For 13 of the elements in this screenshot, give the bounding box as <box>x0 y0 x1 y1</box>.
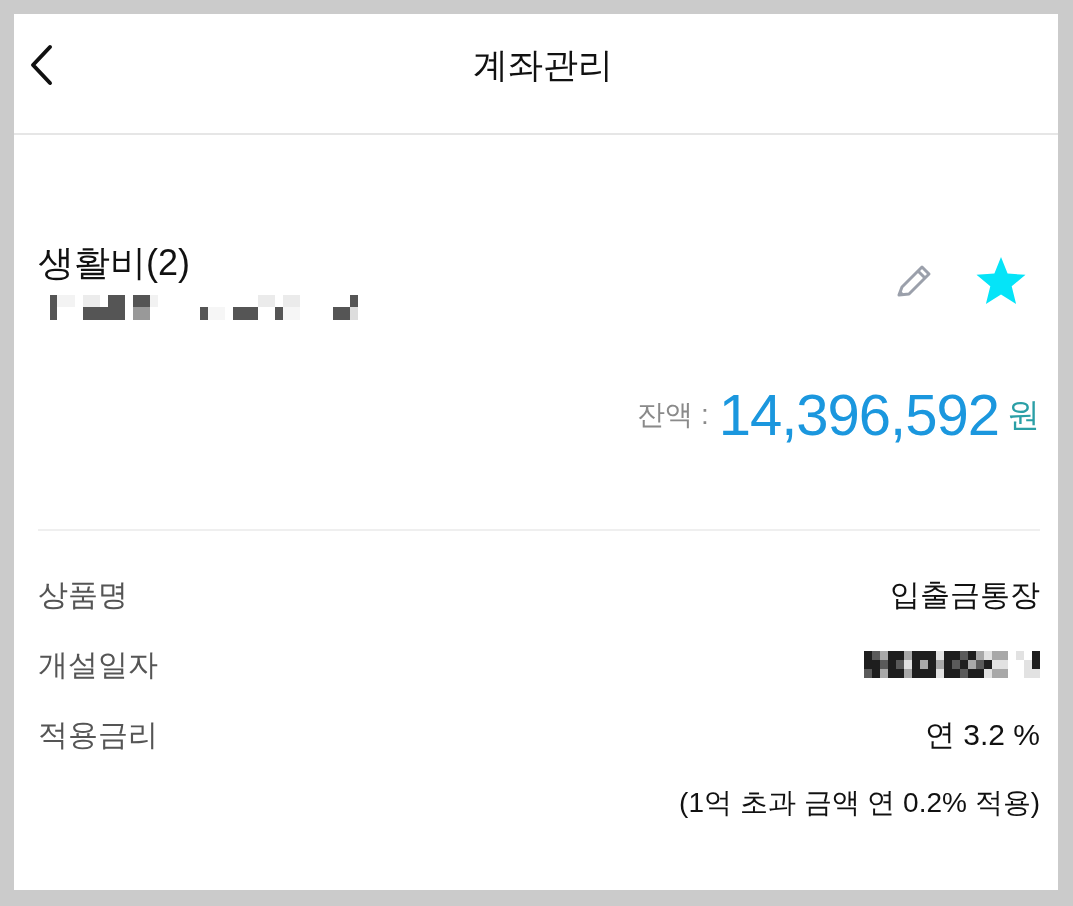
detail-label: 개설일자 <box>38 647 158 684</box>
detail-label: 적용금리 <box>38 717 158 754</box>
currency-label: 원 <box>1007 395 1040 435</box>
star-icon[interactable] <box>974 255 1028 307</box>
detail-value: 입출금통장 <box>890 577 1040 614</box>
balance-label: 잔액 : <box>637 398 709 432</box>
account-name: 생활비(2) <box>38 241 191 285</box>
balance-amount: 14,396,592 <box>718 381 999 450</box>
detail-label: 상품명 <box>38 577 128 614</box>
page-title: 계좌관리 <box>473 43 613 86</box>
detail-value: 연 3.2 % <box>924 717 1040 754</box>
interest-note: (1억 초과 금액 연 0.2% 적용) <box>678 785 1040 820</box>
back-icon[interactable] <box>28 43 54 86</box>
